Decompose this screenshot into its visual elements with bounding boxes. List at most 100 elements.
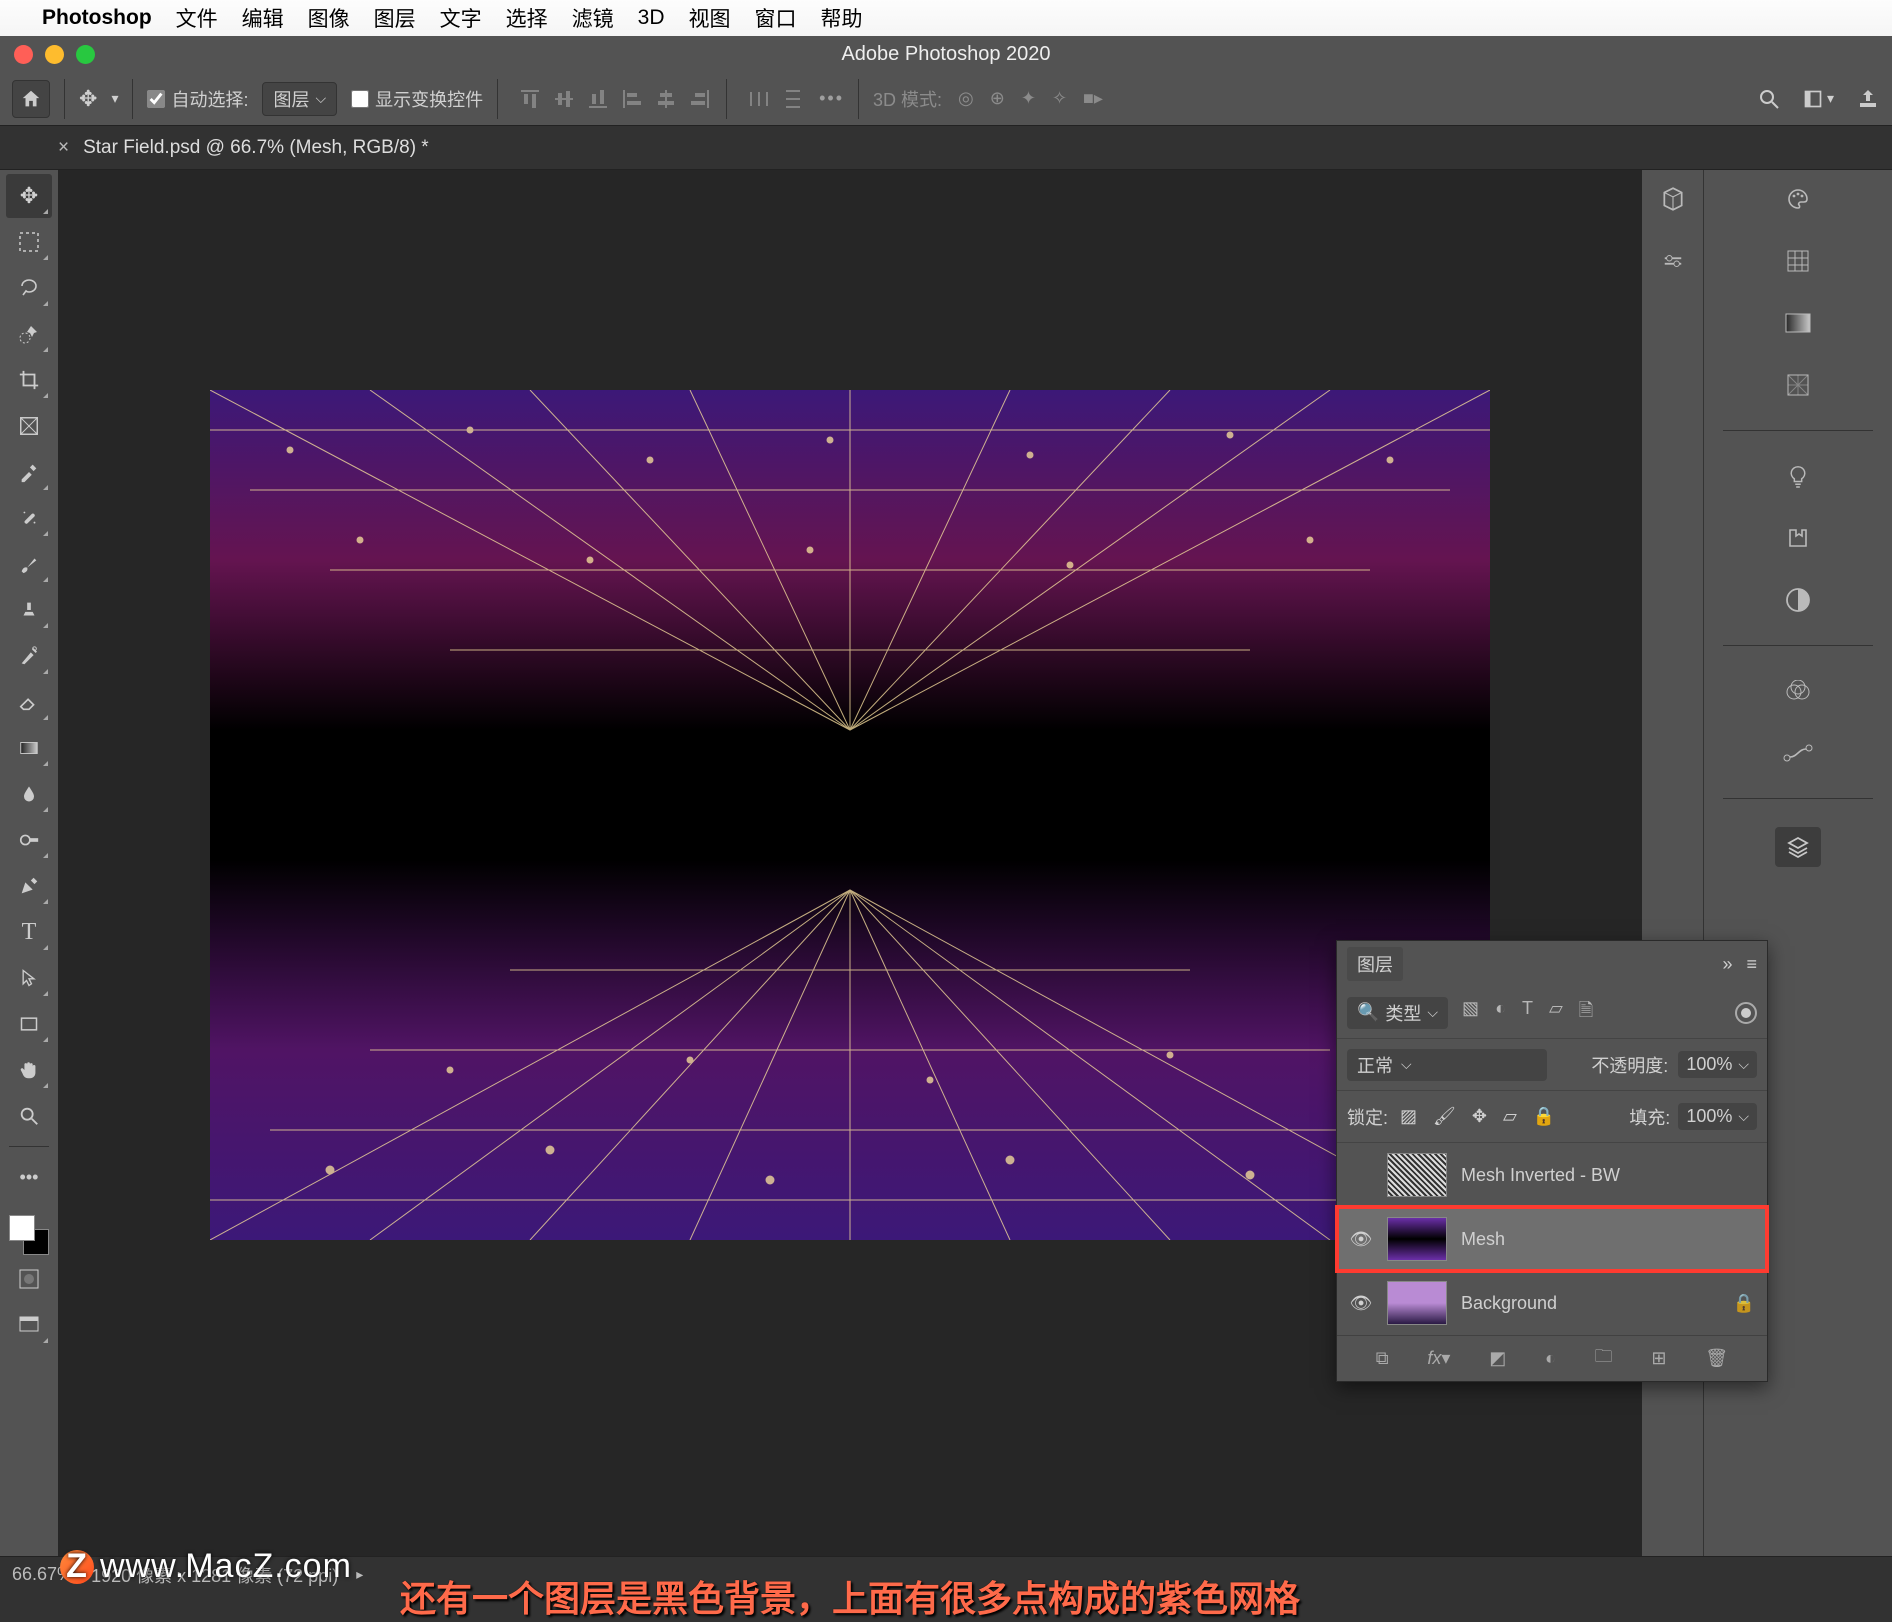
layers-panel[interactable]: 图层 » ≡ 🔍 类型 ⌵ ▧ ◐ T bbox=[1336, 940, 1768, 1382]
distribute-v-icon[interactable] bbox=[781, 87, 805, 111]
lock-icon[interactable]: 🔒 bbox=[1733, 1293, 1755, 1314]
layer-thumbnail[interactable] bbox=[1387, 1153, 1447, 1197]
color-panel-icon[interactable] bbox=[1781, 182, 1815, 216]
menu-window[interactable]: 窗口 bbox=[755, 3, 797, 33]
group-icon[interactable]: 🗀 bbox=[1595, 1344, 1613, 1374]
menu-image[interactable]: 图像 bbox=[308, 3, 350, 33]
opacity-field[interactable]: 100% ⌵ bbox=[1678, 1051, 1757, 1078]
dolly-icon[interactable]: ✦ bbox=[1021, 88, 1036, 109]
blend-mode-dropdown[interactable]: 正常 ⌵ bbox=[1347, 1049, 1547, 1081]
align-bottom-icon[interactable] bbox=[586, 87, 610, 111]
layer-item[interactable]: 👁 Background 🔒 bbox=[1337, 1271, 1767, 1335]
zoom-tool[interactable] bbox=[6, 1094, 52, 1138]
lasso-tool[interactable] bbox=[6, 266, 52, 310]
layer-mask-icon[interactable]: ◩ bbox=[1489, 1348, 1506, 1369]
layer-thumbnail[interactable] bbox=[1387, 1217, 1447, 1261]
distribute-h-icon[interactable] bbox=[747, 87, 771, 111]
filter-pixel-icon[interactable]: ▧ bbox=[1462, 998, 1479, 1028]
zoom-icon[interactable] bbox=[76, 45, 95, 64]
minimize-icon[interactable] bbox=[45, 45, 64, 64]
filter-kind-dropdown[interactable]: 🔍 类型 ⌵ bbox=[1347, 997, 1448, 1029]
type-tool[interactable]: T bbox=[6, 910, 52, 954]
rectangle-tool[interactable] bbox=[6, 1002, 52, 1046]
menu-help[interactable]: 帮助 bbox=[821, 3, 863, 33]
move-tool-icon[interactable]: ✥ bbox=[79, 86, 97, 112]
layer-name[interactable]: Background bbox=[1461, 1293, 1719, 1314]
share-icon[interactable] bbox=[1856, 87, 1880, 111]
paths-panel-icon[interactable] bbox=[1781, 736, 1815, 770]
layer-item[interactable]: Mesh Inverted - BW bbox=[1337, 1143, 1767, 1207]
libraries-panel-icon[interactable] bbox=[1781, 521, 1815, 555]
screen-mode-icon[interactable] bbox=[6, 1303, 52, 1347]
adjustment-layer-icon[interactable]: ◐ bbox=[1545, 1348, 1556, 1369]
tab-close-icon[interactable]: × bbox=[58, 137, 69, 159]
healing-brush-tool[interactable] bbox=[6, 496, 52, 540]
learn-panel-icon[interactable] bbox=[1781, 459, 1815, 493]
eyedropper-tool[interactable] bbox=[6, 450, 52, 494]
layer-item[interactable]: 👁 Mesh bbox=[1337, 1207, 1767, 1271]
new-layer-icon[interactable]: ⊞ bbox=[1651, 1348, 1666, 1369]
move-tool[interactable]: ✥ bbox=[6, 174, 52, 218]
menu-select[interactable]: 选择 bbox=[506, 3, 548, 33]
patterns-panel-icon[interactable] bbox=[1781, 368, 1815, 402]
filter-toggle[interactable] bbox=[1735, 1002, 1757, 1024]
frame-tool[interactable] bbox=[6, 404, 52, 448]
fill-field[interactable]: 100% ⌵ bbox=[1678, 1103, 1757, 1130]
eraser-tool[interactable] bbox=[6, 680, 52, 724]
link-layers-icon[interactable]: ⧉ bbox=[1376, 1348, 1389, 1369]
color-swatches[interactable] bbox=[9, 1215, 49, 1255]
channels-panel-icon[interactable] bbox=[1781, 674, 1815, 708]
hand-tool[interactable] bbox=[6, 1048, 52, 1092]
menu-app-name[interactable]: Photoshop bbox=[42, 6, 152, 30]
align-right-icon[interactable] bbox=[688, 87, 712, 111]
layers-tab[interactable]: 图层 bbox=[1347, 947, 1403, 981]
align-vcenter-icon[interactable] bbox=[552, 87, 576, 111]
blur-tool[interactable] bbox=[6, 772, 52, 816]
filter-type-icon[interactable]: T bbox=[1522, 998, 1533, 1028]
panel-menu-icon[interactable]: ≡ bbox=[1746, 954, 1757, 975]
layer-thumbnail[interactable] bbox=[1387, 1281, 1447, 1325]
show-transform-input[interactable] bbox=[351, 90, 369, 108]
brush-tool[interactable] bbox=[6, 542, 52, 586]
gradient-tool[interactable] bbox=[6, 726, 52, 770]
camera-icon[interactable]: ■▸ bbox=[1083, 88, 1103, 109]
align-top-icon[interactable] bbox=[518, 87, 542, 111]
quick-mask-icon[interactable] bbox=[6, 1257, 52, 1301]
filter-adjust-icon[interactable]: ◐ bbox=[1495, 998, 1506, 1028]
adjustments-panel-icon[interactable] bbox=[1781, 583, 1815, 617]
layer-style-icon[interactable]: fx▾ bbox=[1427, 1348, 1450, 1369]
menu-filter[interactable]: 滤镜 bbox=[572, 3, 614, 33]
lock-position-icon[interactable]: ✥ bbox=[1472, 1106, 1487, 1127]
auto-select-target-dropdown[interactable]: 图层 ⌵ bbox=[262, 82, 337, 116]
visibility-toggle[interactable]: 👁 bbox=[1349, 1293, 1373, 1314]
align-left-icon[interactable] bbox=[620, 87, 644, 111]
canvas-area[interactable]: 还有一个图层是黑色背景，上面有很多点构成的紫色网格 图层 » ≡ 🔍 类型 ⌵ bbox=[58, 170, 1642, 1556]
dodge-tool[interactable] bbox=[6, 818, 52, 862]
layers-panel-icon[interactable] bbox=[1775, 827, 1821, 867]
pen-tool[interactable] bbox=[6, 864, 52, 908]
properties-panel-icon[interactable] bbox=[1656, 244, 1690, 278]
workspace-switcher-icon[interactable]: ▾ bbox=[1803, 89, 1834, 109]
path-selection-tool[interactable] bbox=[6, 956, 52, 1000]
menu-edit[interactable]: 编辑 bbox=[242, 3, 284, 33]
clone-stamp-tool[interactable] bbox=[6, 588, 52, 632]
auto-select-checkbox[interactable]: 自动选择: bbox=[147, 86, 248, 112]
home-button[interactable] bbox=[12, 80, 50, 118]
marquee-tool[interactable] bbox=[6, 220, 52, 264]
auto-select-input[interactable] bbox=[147, 90, 165, 108]
tool-preset-chevron-icon[interactable]: ▾ bbox=[111, 90, 118, 107]
more-options-icon[interactable]: ••• bbox=[819, 88, 844, 109]
delete-layer-icon[interactable]: 🗑 bbox=[1705, 1348, 1728, 1369]
status-chevron-icon[interactable]: ▸ bbox=[356, 1566, 363, 1583]
menu-file[interactable]: 文件 bbox=[176, 3, 218, 33]
history-brush-tool[interactable] bbox=[6, 634, 52, 678]
filter-shape-icon[interactable]: ▱ bbox=[1549, 998, 1563, 1028]
orbit-icon[interactable]: ◎ bbox=[958, 88, 974, 109]
filter-smart-icon[interactable]: 🗎 bbox=[1579, 998, 1593, 1028]
menu-view[interactable]: 视图 bbox=[689, 3, 731, 33]
lock-image-icon[interactable]: 🖌 bbox=[1433, 1106, 1456, 1127]
pan-icon[interactable]: ⊕ bbox=[990, 88, 1005, 109]
document-tab[interactable]: Star Field.psd @ 66.7% (Mesh, RGB/8) * bbox=[83, 137, 429, 159]
document-canvas[interactable] bbox=[210, 390, 1490, 1240]
menu-type[interactable]: 文字 bbox=[440, 3, 482, 33]
